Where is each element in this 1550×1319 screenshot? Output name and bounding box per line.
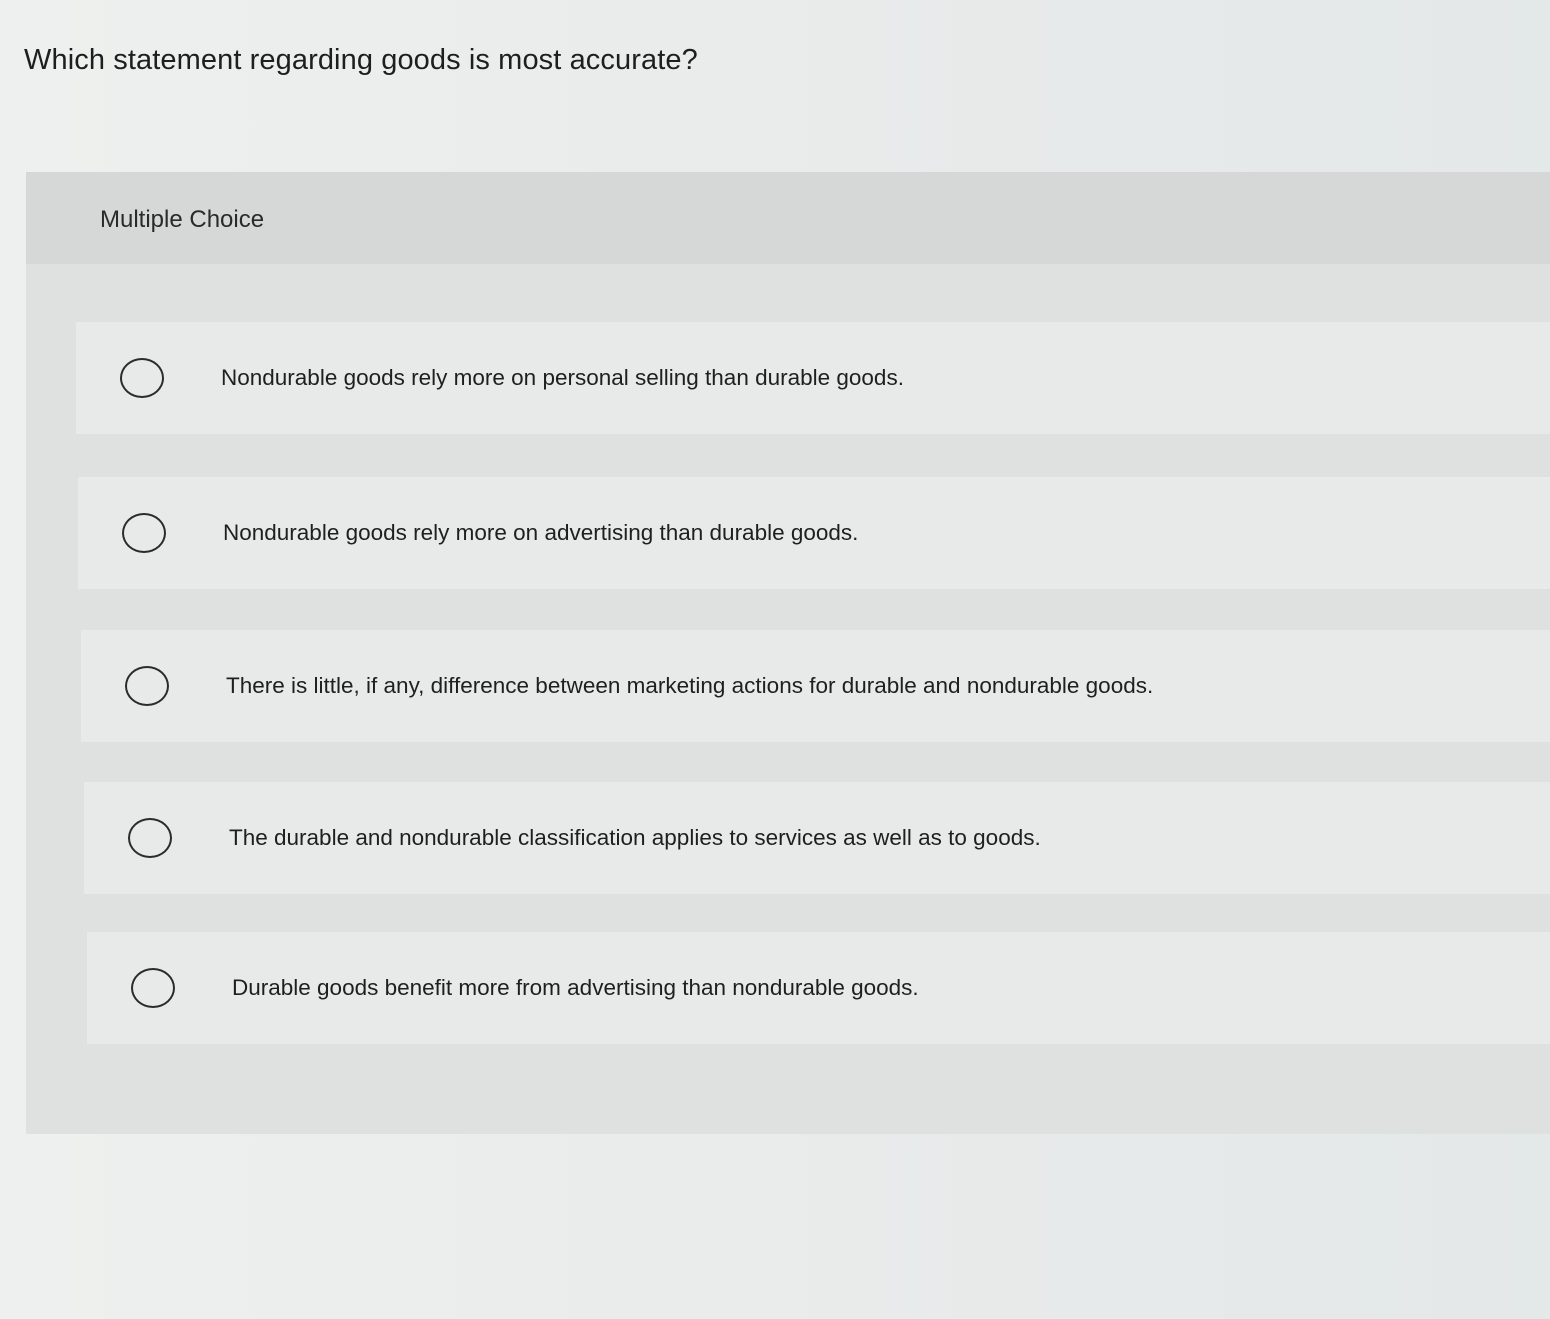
answer-option-label[interactable]: Nondurable goods rely more on personal s… bbox=[221, 365, 904, 391]
radio-button[interactable] bbox=[120, 358, 164, 398]
answer-option-label[interactable]: The durable and nondurable classificatio… bbox=[229, 825, 1041, 851]
multiple-choice-panel: Multiple Choice Nondurable goods rely mo… bbox=[26, 172, 1550, 1134]
radio-button[interactable] bbox=[125, 666, 169, 706]
radio-button[interactable] bbox=[122, 513, 166, 553]
radio-button[interactable] bbox=[131, 968, 175, 1008]
question-text: Which statement regarding goods is most … bbox=[24, 44, 698, 76]
answer-option-5[interactable]: Durable goods benefit more from advertis… bbox=[87, 932, 1550, 1044]
question-type-label: Multiple Choice bbox=[100, 206, 265, 233]
answer-option-label[interactable]: Durable goods benefit more from advertis… bbox=[232, 975, 919, 1001]
radio-button[interactable] bbox=[128, 818, 172, 858]
answer-option-1[interactable]: Nondurable goods rely more on personal s… bbox=[76, 322, 1550, 434]
answer-option-label[interactable]: Nondurable goods rely more on advertisin… bbox=[223, 520, 858, 546]
panel-header: Multiple Choice bbox=[26, 172, 1550, 264]
answer-option-label[interactable]: There is little, if any, difference betw… bbox=[226, 673, 1153, 699]
answer-option-4[interactable]: The durable and nondurable classificatio… bbox=[84, 782, 1550, 894]
answer-option-2[interactable]: Nondurable goods rely more on advertisin… bbox=[78, 477, 1550, 589]
answer-option-3[interactable]: There is little, if any, difference betw… bbox=[81, 630, 1550, 742]
